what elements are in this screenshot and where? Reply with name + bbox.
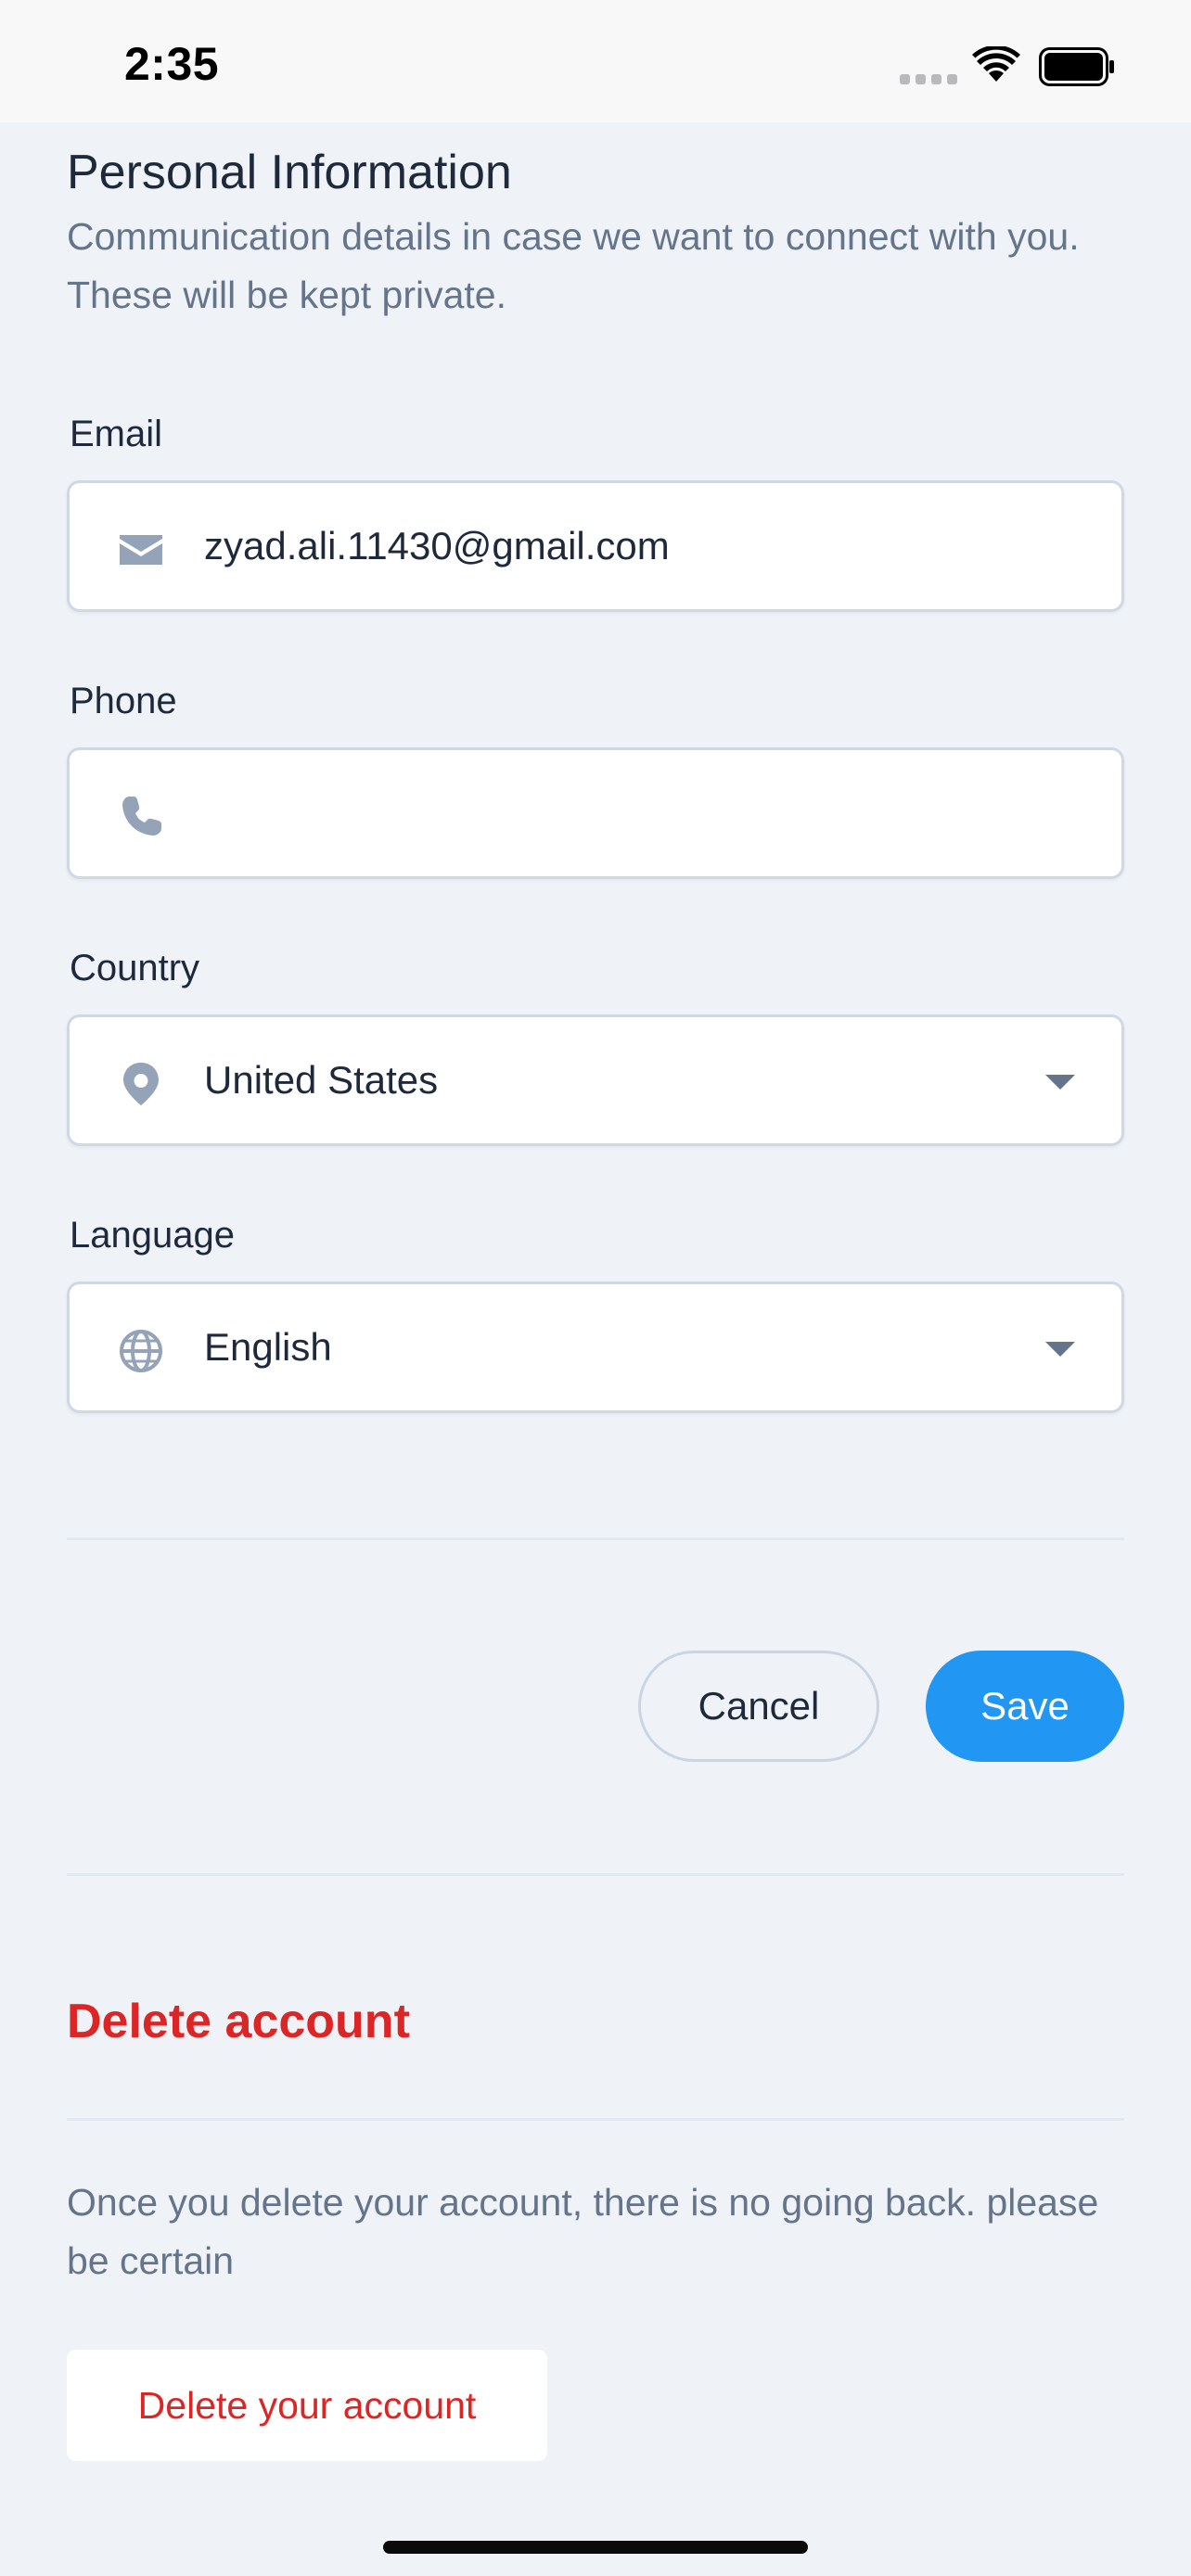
status-time: 2:35 bbox=[124, 38, 220, 90]
battery-icon bbox=[1039, 47, 1114, 86]
phone-field[interactable] bbox=[67, 747, 1124, 879]
language-label: Language bbox=[70, 1215, 235, 1256]
country-select[interactable]: United States bbox=[67, 1014, 1124, 1146]
language-select[interactable]: English bbox=[67, 1282, 1124, 1413]
delete-account-button[interactable]: Delete your account bbox=[67, 2350, 547, 2461]
country-value: United States bbox=[204, 1058, 439, 1102]
email-label: Email bbox=[70, 414, 163, 454]
map-pin-icon bbox=[123, 1063, 159, 1105]
phone-input[interactable] bbox=[204, 750, 1039, 876]
cellular-signal-icon bbox=[900, 74, 957, 84]
personal-info-subtitle: Communication details in case we want to… bbox=[67, 215, 1080, 316]
wifi-icon bbox=[972, 46, 1020, 82]
chevron-down-icon bbox=[1045, 1075, 1075, 1090]
email-field[interactable]: zyad.ali.11430@gmail.com bbox=[67, 480, 1124, 612]
divider bbox=[67, 1537, 1124, 1540]
envelope-icon bbox=[120, 535, 162, 565]
country-label: Country bbox=[70, 948, 200, 988]
globe-icon bbox=[120, 1330, 162, 1372]
cancel-button[interactable]: Cancel bbox=[638, 1651, 879, 1762]
divider bbox=[67, 2118, 1124, 2121]
delete-account-title: Delete account bbox=[67, 1995, 410, 2048]
language-value: English bbox=[204, 1325, 332, 1369]
email-value[interactable]: zyad.ali.11430@gmail.com bbox=[204, 483, 670, 609]
phone-icon bbox=[122, 797, 161, 835]
phone-label: Phone bbox=[70, 681, 177, 721]
home-indicator[interactable] bbox=[383, 2541, 808, 2554]
status-bar: 2:35 bbox=[0, 0, 1191, 122]
personal-info-title: Personal Information bbox=[67, 146, 512, 199]
divider bbox=[67, 1873, 1124, 1876]
save-button[interactable]: Save bbox=[926, 1651, 1124, 1762]
chevron-down-icon bbox=[1045, 1342, 1075, 1357]
delete-account-description: Once you delete your account, there is n… bbox=[67, 2181, 1099, 2282]
